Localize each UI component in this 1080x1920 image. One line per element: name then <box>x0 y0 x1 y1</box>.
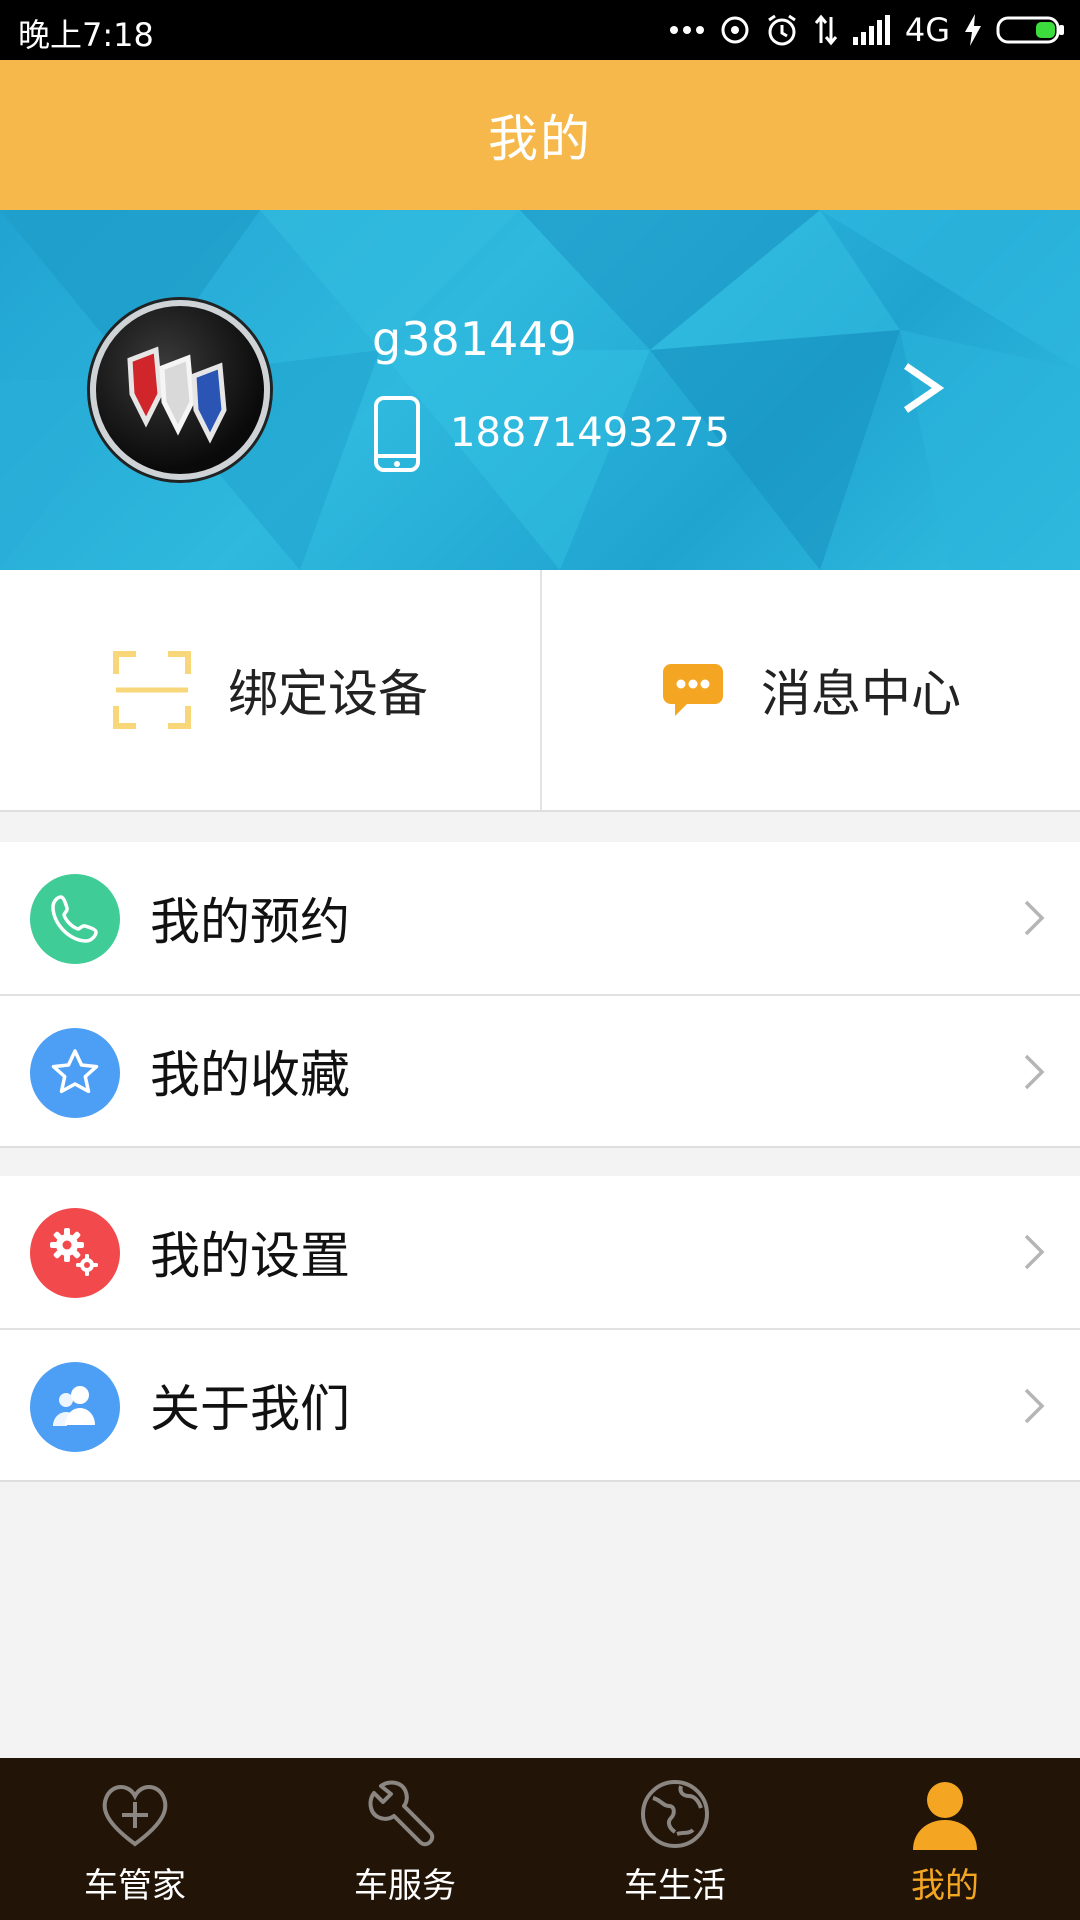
nav-label: 车服务 <box>354 1866 456 1906</box>
battery-icon <box>996 16 1064 44</box>
person-icon <box>913 1782 977 1850</box>
quick-actions: 绑定设备 消息中心 <box>0 570 1080 812</box>
settings-icon-circle <box>30 1208 120 1298</box>
nav-tab-car-service[interactable]: 车服务 <box>270 1758 540 1920</box>
message-center-label: 消息中心 <box>761 665 961 723</box>
people-icon <box>53 1386 95 1426</box>
menu-item-settings[interactable]: 我的设置 <box>0 1176 1080 1328</box>
hotspot-icon <box>721 16 749 44</box>
app-header: 我的 <box>0 60 1080 210</box>
mobile-phone-icon <box>374 396 420 472</box>
favorites-label: 我的收藏 <box>150 1046 350 1104</box>
nav-tab-car-life[interactable]: 车生活 <box>540 1758 810 1920</box>
star-icon <box>51 1049 99 1094</box>
nav-tab-car-butler[interactable]: 车管家 <box>0 1758 270 1920</box>
settings-label: 我的设置 <box>150 1227 350 1285</box>
network-type: 4G <box>904 11 950 49</box>
nav-label-active: 我的 <box>911 1866 979 1906</box>
menu-group-primary: 我的预约 我的收藏 <box>0 842 1080 1148</box>
menu-group-secondary: 我的设置 关于我们 <box>0 1176 1080 1482</box>
charging-icon <box>965 14 981 46</box>
avatar[interactable] <box>90 300 270 480</box>
page-title: 我的 <box>488 110 592 168</box>
scan-frame-icon <box>113 651 191 729</box>
nav-tab-mine[interactable]: 我的 <box>810 1758 1080 1920</box>
profile-banner[interactable]: g381449 18871493275 <box>0 210 1080 570</box>
more-dots-icon <box>669 26 704 34</box>
heart-plus-icon <box>102 1785 168 1847</box>
favorites-icon-circle <box>30 1028 120 1118</box>
buick-logo-icon <box>127 346 227 444</box>
appointment-icon-circle <box>30 874 120 964</box>
chat-bubble-icon <box>663 664 723 716</box>
message-center-button[interactable]: 消息中心 <box>540 570 1080 810</box>
gears-icon <box>50 1228 98 1276</box>
bottom-nav: 车管家 车服务 车生活 我的 <box>0 1758 1080 1920</box>
chevron-right-icon <box>1024 900 1045 936</box>
about-icon-circle <box>30 1362 120 1452</box>
chevron-right-icon <box>1024 1388 1045 1424</box>
about-us-label: 关于我们 <box>150 1380 350 1438</box>
menu-item-favorites[interactable]: 我的收藏 <box>0 994 1080 1146</box>
signal-icon <box>852 15 890 45</box>
phone-icon <box>51 895 98 943</box>
chevron-right-icon <box>1024 1054 1045 1090</box>
menu-item-about-us[interactable]: 关于我们 <box>0 1328 1080 1480</box>
status-time: 晚上7:18 <box>18 16 154 54</box>
chevron-right-icon[interactable] <box>900 360 944 416</box>
bind-device-label: 绑定设备 <box>228 665 428 723</box>
phone-number: 18871493275 <box>450 410 730 456</box>
menu-item-appointments[interactable]: 我的预约 <box>0 842 1080 994</box>
appointments-label: 我的预约 <box>150 893 350 951</box>
status-icons: 4G <box>669 8 1066 52</box>
chevron-right-icon <box>1024 1234 1045 1270</box>
globe-icon <box>641 1780 709 1848</box>
status-bar: 晚上7:18 4G <box>0 0 1080 60</box>
bind-device-button[interactable]: 绑定设备 <box>0 570 540 810</box>
data-transfer-icon <box>814 14 837 46</box>
wrench-icon <box>368 1780 435 1847</box>
nav-label: 车管家 <box>84 1866 186 1906</box>
alarm-icon <box>768 14 796 46</box>
username: g381449 <box>372 312 577 366</box>
nav-label: 车生活 <box>624 1866 726 1906</box>
